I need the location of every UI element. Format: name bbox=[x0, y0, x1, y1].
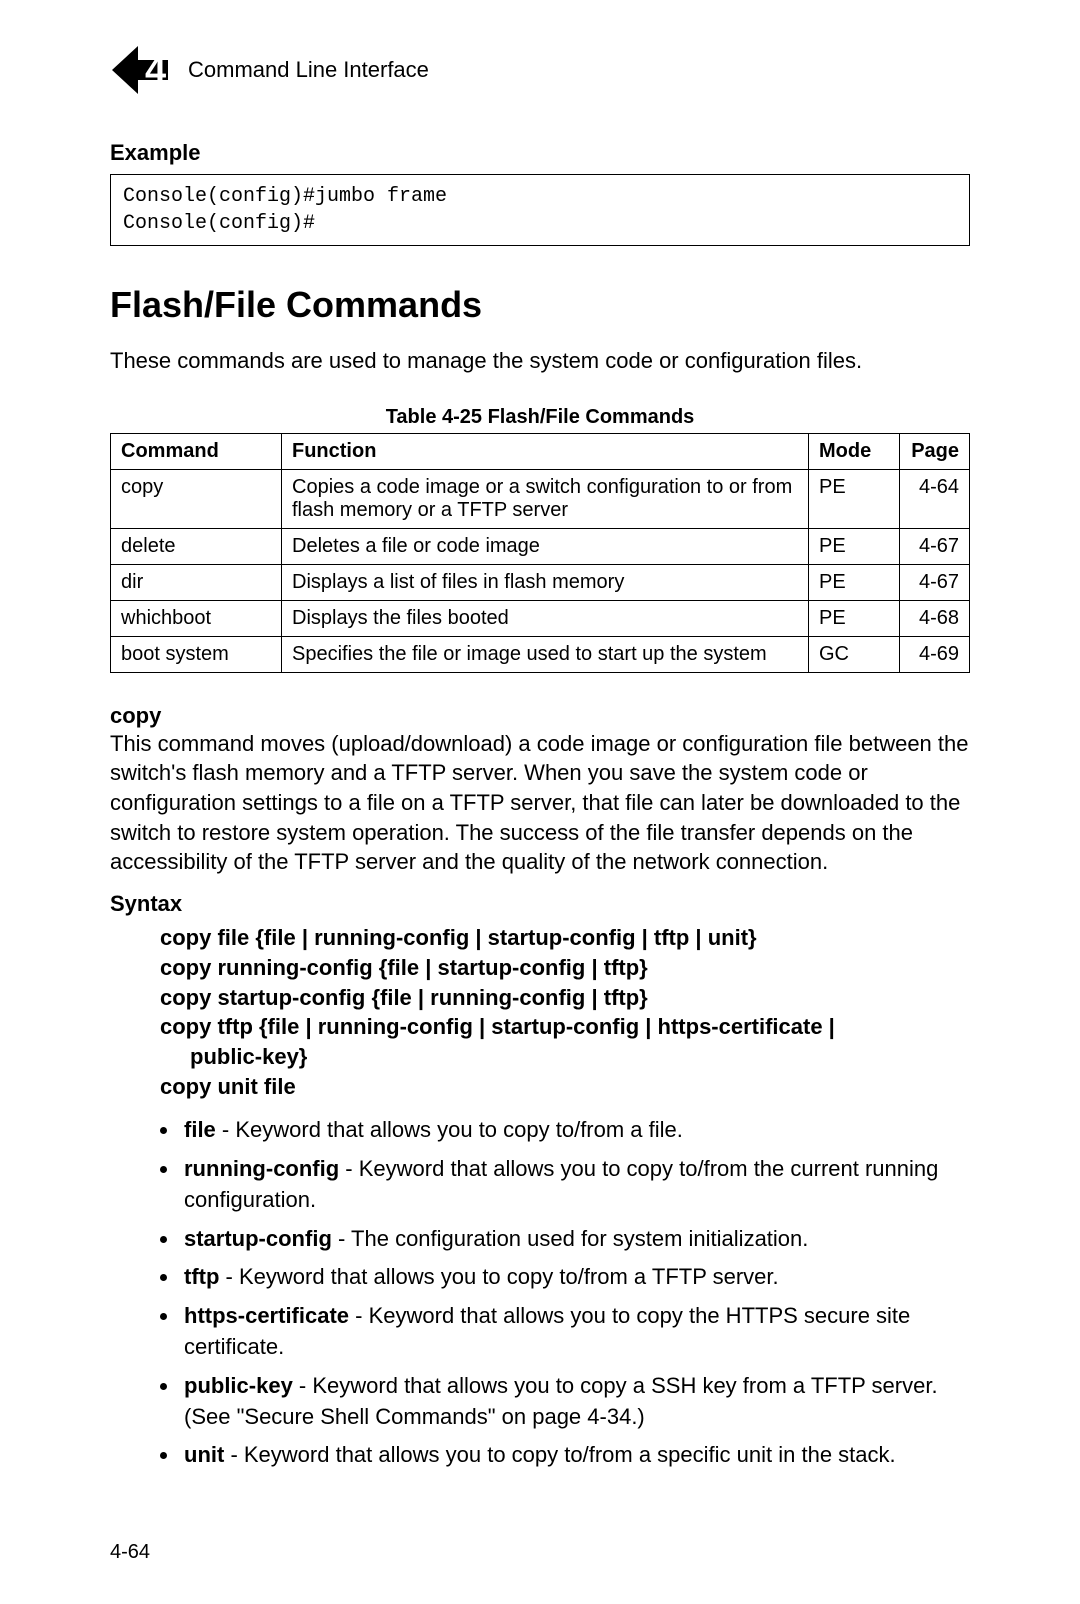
copy-description: This command moves (upload/download) a c… bbox=[110, 729, 970, 877]
syntax-line: public-key} bbox=[190, 1042, 970, 1072]
syntax-line: copy tftp {file | running-config | start… bbox=[160, 1012, 970, 1042]
keyword: file bbox=[184, 1117, 216, 1142]
table-header-row: Command Function Mode Page bbox=[111, 433, 970, 469]
chapter-number-icon: 4 bbox=[110, 40, 170, 100]
section-intro: These commands are used to manage the sy… bbox=[110, 346, 970, 376]
keyword: running-config bbox=[184, 1156, 339, 1181]
example-code: Console(config)#jumbo frame Console(conf… bbox=[110, 174, 970, 246]
table-row: boot system Specifies the file or image … bbox=[111, 636, 970, 672]
syntax-line: copy startup-config {file | running-conf… bbox=[160, 983, 970, 1013]
th-page: Page bbox=[900, 433, 970, 469]
list-item: https-certificate - Keyword that allows … bbox=[180, 1301, 970, 1363]
syntax-line: copy running-config {file | startup-conf… bbox=[160, 953, 970, 983]
section-title: Flash/File Commands bbox=[110, 284, 970, 326]
keyword: https-certificate bbox=[184, 1303, 349, 1328]
th-mode: Mode bbox=[809, 433, 900, 469]
th-command: Command bbox=[111, 433, 282, 469]
cell-page: 4-67 bbox=[900, 528, 970, 564]
keyword: startup-config bbox=[184, 1226, 332, 1251]
syntax-heading: Syntax bbox=[110, 891, 970, 917]
syntax-line: copy unit file bbox=[160, 1072, 970, 1102]
cell-mode: PE bbox=[809, 600, 900, 636]
cell-page: 4-64 bbox=[900, 469, 970, 528]
syntax-block: copy file {file | running-config | start… bbox=[160, 923, 970, 1101]
list-item: tftp - Keyword that allows you to copy t… bbox=[180, 1262, 970, 1293]
cell-command: dir bbox=[111, 564, 282, 600]
keyword-desc: - Keyword that allows you to copy a SSH … bbox=[184, 1373, 938, 1429]
table-row: delete Deletes a file or code image PE 4… bbox=[111, 528, 970, 564]
keyword-desc: - Keyword that allows you to copy to/fro… bbox=[224, 1442, 895, 1467]
keyword-desc: - Keyword that allows you to copy to/fro… bbox=[219, 1264, 778, 1289]
cell-page: 4-68 bbox=[900, 600, 970, 636]
keyword: tftp bbox=[184, 1264, 219, 1289]
cell-mode: PE bbox=[809, 528, 900, 564]
cell-command: copy bbox=[111, 469, 282, 528]
cell-function: Copies a code image or a switch configur… bbox=[282, 469, 809, 528]
list-item: file - Keyword that allows you to copy t… bbox=[180, 1115, 970, 1146]
cell-function: Displays the files booted bbox=[282, 600, 809, 636]
cell-page: 4-69 bbox=[900, 636, 970, 672]
cell-function: Deletes a file or code image bbox=[282, 528, 809, 564]
cell-page: 4-67 bbox=[900, 564, 970, 600]
list-item: startup-config - The configuration used … bbox=[180, 1224, 970, 1255]
keyword: public-key bbox=[184, 1373, 293, 1398]
cell-function: Displays a list of files in flash memory bbox=[282, 564, 809, 600]
commands-table: Command Function Mode Page copy Copies a… bbox=[110, 433, 970, 673]
cell-mode: GC bbox=[809, 636, 900, 672]
list-item: unit - Keyword that allows you to copy t… bbox=[180, 1440, 970, 1471]
cell-command: whichboot bbox=[111, 600, 282, 636]
page-number: 4-64 bbox=[110, 1541, 970, 1564]
list-item: public-key - Keyword that allows you to … bbox=[180, 1371, 970, 1433]
table-title: Table 4-25 Flash/File Commands bbox=[110, 406, 970, 429]
cell-mode: PE bbox=[809, 469, 900, 528]
copy-heading: copy bbox=[110, 703, 970, 729]
cell-function: Specifies the file or image used to star… bbox=[282, 636, 809, 672]
keyword-desc: - The configuration used for system init… bbox=[332, 1226, 809, 1251]
keyword-desc: - Keyword that allows you to copy to/fro… bbox=[216, 1117, 683, 1142]
th-function: Function bbox=[282, 433, 809, 469]
example-heading: Example bbox=[110, 140, 970, 166]
syntax-line: copy file {file | running-config | start… bbox=[160, 923, 970, 953]
cell-command: delete bbox=[111, 528, 282, 564]
list-item: running-config - Keyword that allows you… bbox=[180, 1154, 970, 1216]
svg-text:4: 4 bbox=[145, 50, 166, 92]
page-content: 4 Command Line Interface Example Console… bbox=[0, 0, 1080, 1604]
cell-command: boot system bbox=[111, 636, 282, 672]
cell-mode: PE bbox=[809, 564, 900, 600]
table-row: dir Displays a list of files in flash me… bbox=[111, 564, 970, 600]
keyword: unit bbox=[184, 1442, 224, 1467]
table-row: copy Copies a code image or a switch con… bbox=[111, 469, 970, 528]
table-row: whichboot Displays the files booted PE 4… bbox=[111, 600, 970, 636]
page-header: 4 Command Line Interface bbox=[110, 40, 970, 100]
keywords-list: file - Keyword that allows you to copy t… bbox=[180, 1115, 970, 1471]
chapter-title: Command Line Interface bbox=[188, 57, 429, 83]
